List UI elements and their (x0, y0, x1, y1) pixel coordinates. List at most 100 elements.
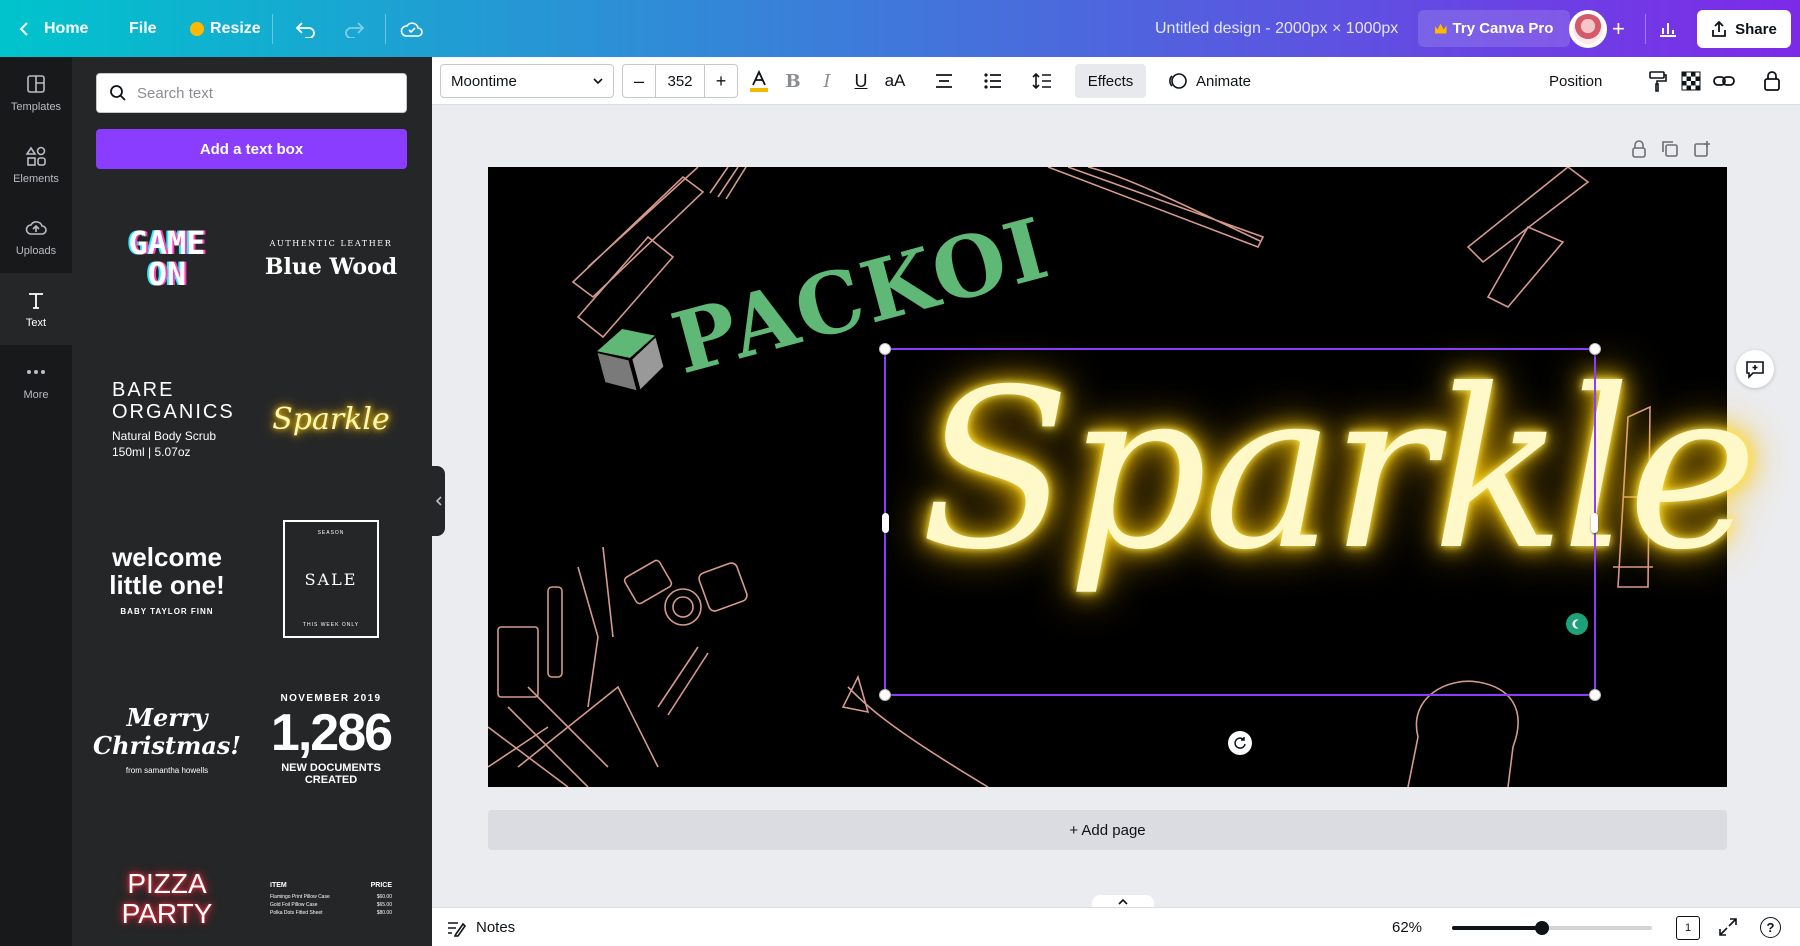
rail-item-templates[interactable]: Templates (0, 57, 72, 129)
italic-button[interactable]: I (811, 65, 843, 97)
copy-style-button[interactable] (1642, 65, 1674, 97)
redo-button[interactable] (343, 0, 365, 57)
text-template-game-on[interactable]: GAME ON (92, 189, 242, 329)
rail-item-uploads[interactable]: Uploads (0, 201, 72, 273)
document-title[interactable]: Untitled design - 2000px × 1000px (1155, 0, 1398, 57)
text-template-welcome[interactable]: welcome little one! BABY TAYLOR FINN (92, 509, 242, 649)
zoom-slider-thumb[interactable] (1535, 921, 1549, 935)
text-template-sale[interactable]: SEASON SALE THIS WEEK ONLY (256, 509, 406, 649)
bar-chart-icon (1660, 22, 1676, 37)
add-collaborator-button[interactable]: + (1612, 0, 1625, 57)
rail-item-more[interactable]: More (0, 345, 72, 417)
resize-handle-left[interactable] (882, 513, 889, 533)
add-page-icon[interactable] (1693, 140, 1711, 158)
text-template-merry-christmas[interactable]: Merry Christmas! from samantha howells (92, 669, 242, 809)
crescent-icon (1572, 619, 1579, 629)
text-template-bare-organics[interactable]: BARE ORGANICS Natural Body Scrub 150ml |… (92, 349, 242, 489)
resize-handle-top-right[interactable] (1589, 343, 1601, 355)
rail-label: More (23, 389, 49, 401)
insights-button[interactable] (1658, 0, 1678, 57)
rail-item-text[interactable]: Text (0, 273, 72, 345)
resize-handle-top-left[interactable] (879, 343, 891, 355)
notes-button[interactable]: Notes (446, 908, 515, 946)
divider (385, 14, 386, 44)
align-button[interactable] (928, 65, 960, 97)
rotate-handle[interactable] (1228, 731, 1252, 755)
text-color-button[interactable] (743, 65, 775, 97)
home-label: Home (44, 19, 89, 37)
spacing-button[interactable] (1026, 65, 1058, 97)
tile-text: BARE (112, 379, 175, 401)
underline-button[interactable]: U (845, 65, 877, 97)
help-button[interactable]: ? (1760, 917, 1781, 938)
upload-icon (1712, 20, 1727, 37)
tile-text: CREATED (304, 773, 358, 786)
collapse-panel-handle[interactable] (432, 466, 445, 536)
undo-button[interactable] (295, 0, 317, 57)
tile-text: ORGANICS (112, 401, 235, 423)
lock-icon[interactable] (1631, 140, 1647, 158)
duplicate-page-icon[interactable] (1661, 140, 1679, 158)
tile-text: Flamingo Print Pillow Case (270, 893, 330, 900)
resize-handle-bottom-right[interactable] (1589, 689, 1601, 701)
divider (1645, 14, 1646, 44)
top-bar: Home File Resize Untitled design - 2000p… (0, 0, 1800, 57)
home-button[interactable]: Home (18, 0, 88, 57)
rail-label: Text (25, 317, 47, 329)
rail-item-elements[interactable]: Elements (0, 129, 72, 201)
letter-case-icon: aA (884, 71, 906, 90)
tile-text: Blue Wood (264, 253, 398, 280)
add-text-box-button[interactable]: Add a text box (96, 129, 407, 169)
page-count-button[interactable]: 1 (1676, 916, 1700, 940)
text-template-sparkle[interactable]: Sparkle (256, 349, 406, 489)
increase-font-size-button[interactable]: + (705, 65, 737, 97)
selection-box[interactable] (879, 343, 1601, 701)
resize-handle-bottom-left[interactable] (879, 689, 891, 701)
effects-button[interactable]: Effects (1075, 64, 1146, 98)
bold-button[interactable]: B (777, 65, 809, 97)
rail-label: Templates (10, 101, 62, 113)
text-panel: Add a text box GAME ON AUTHENTIC LEATHER… (72, 57, 432, 946)
link-button[interactable] (1708, 65, 1740, 97)
text-color-icon (750, 69, 768, 92)
crown-icon (190, 21, 204, 36)
font-size-input[interactable]: 352 (655, 65, 705, 97)
position-button[interactable]: Position (1549, 64, 1602, 98)
zoom-slider[interactable] (1452, 921, 1652, 935)
lock-button[interactable] (1756, 65, 1788, 97)
list-button[interactable] (977, 65, 1009, 97)
fullscreen-button[interactable] (1718, 917, 1738, 942)
cloud-save-button[interactable] (400, 0, 424, 57)
add-comment-button[interactable] (1736, 350, 1774, 388)
add-page-button[interactable]: + Add page (488, 810, 1727, 850)
tile-text: $80.00 (376, 909, 392, 916)
share-button[interactable]: Share (1697, 10, 1791, 48)
tile-text: 150ml | 5.07oz (112, 445, 191, 459)
search-input[interactable] (137, 84, 387, 102)
tile-text: SALE (304, 569, 358, 589)
more-icon (27, 370, 45, 374)
resize-button[interactable]: Resize (190, 0, 261, 57)
zoom-percentage[interactable]: 62% (1392, 908, 1422, 946)
file-menu-button[interactable]: File (129, 0, 157, 57)
text-template-price-list[interactable]: ITEM PRICE Flamingo Print Pillow Case $6… (256, 829, 406, 946)
text-template-pizza-party[interactable]: PIZZA PARTY (92, 829, 242, 946)
text-template-stats[interactable]: NOVEMBER 2019 1,286 NEW DOCUMENTS CREATE… (256, 669, 406, 809)
resize-handle-right[interactable] (1591, 513, 1598, 533)
tile-text: AUTHENTIC LEATHER (269, 238, 393, 248)
tile-text: PARTY (121, 898, 213, 929)
share-label: Share (1735, 20, 1777, 38)
assistant-icon[interactable] (1566, 613, 1588, 635)
undo-icon (295, 21, 315, 38)
avatar[interactable] (1569, 10, 1607, 48)
animate-button[interactable]: Animate (1168, 64, 1251, 98)
font-name: Moontime (451, 72, 517, 90)
try-canva-pro-button[interactable]: Try Canva Pro (1418, 10, 1570, 47)
decrease-font-size-button[interactable]: – (623, 65, 655, 97)
letter-case-button[interactable]: aA (879, 65, 911, 97)
chevron-down-icon (593, 78, 603, 85)
text-template-blue-wood[interactable]: AUTHENTIC LEATHER Blue Wood (256, 189, 406, 329)
tile-text: ON (147, 255, 187, 293)
transparency-button[interactable] (1675, 65, 1707, 97)
font-family-dropdown[interactable]: Moontime (440, 64, 614, 98)
